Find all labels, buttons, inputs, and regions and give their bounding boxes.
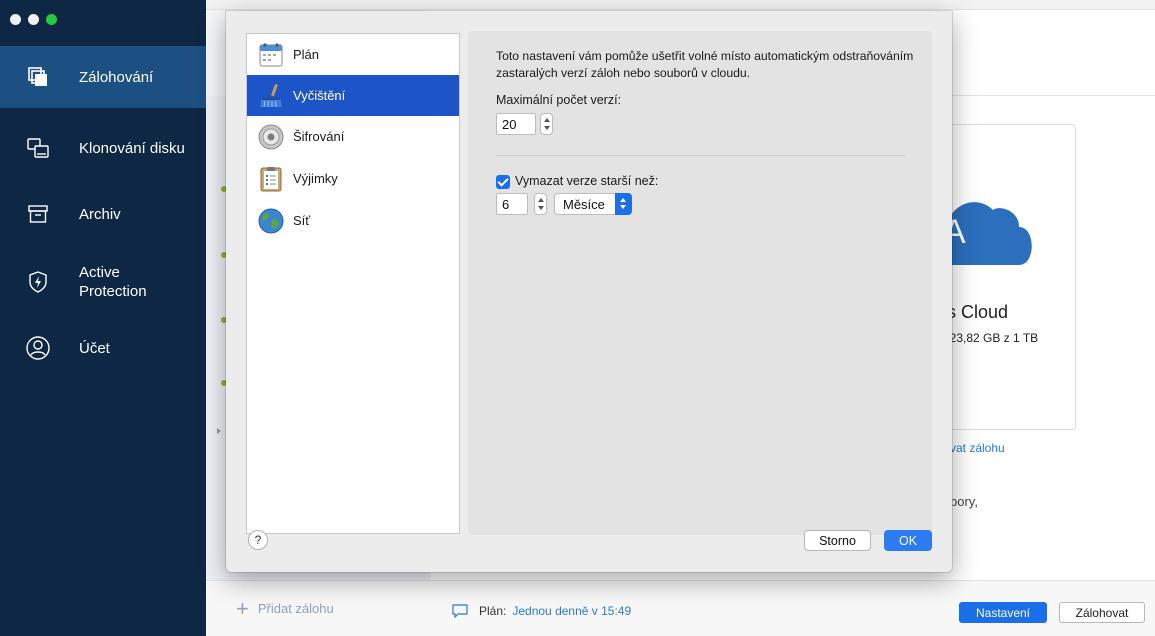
cleanup-description: Toto nastavení vám pomůže ušetřit volné … [496, 49, 914, 80]
sidebar-item-label: Účet [79, 339, 110, 357]
header-divider [950, 95, 1155, 96]
sidebar-item-label: Zálohování [79, 68, 154, 86]
sidebar-item-backup[interactable]: Zálohování [0, 46, 206, 108]
settings-category-list: Plán Vyčištění Šifrování Výjimky Síť [246, 33, 460, 534]
ok-button[interactable]: OK [884, 530, 932, 551]
zoom-window-button[interactable] [46, 14, 57, 25]
max-versions-label: Maximální počet verzí: [496, 93, 622, 107]
help-button[interactable]: ? [248, 530, 268, 550]
schedule-value[interactable]: Jednou denně v 15:49 [512, 604, 631, 618]
minimize-window-button[interactable] [28, 14, 39, 25]
cloud-destination-name: is Cloud [943, 302, 1009, 322]
destination-card[interactable]: A [940, 124, 1076, 430]
category-label: Síť [293, 213, 311, 228]
sidebar-item-label: Klonování disku [79, 139, 185, 157]
chevron-updown-icon [615, 193, 632, 215]
category-label: Výjimky [293, 171, 338, 186]
category-encryption[interactable]: Šifrování [247, 116, 459, 157]
archive-icon [26, 202, 50, 226]
older-than-unit-value: Měsíce [563, 197, 605, 212]
disk-clone-icon [26, 136, 50, 160]
sidebar-item-label: Archiv [79, 205, 121, 223]
older-than-input[interactable]: 6 [496, 193, 528, 215]
older-than-unit-select[interactable]: Měsíce [554, 193, 632, 215]
backup-icon [26, 65, 50, 89]
sidebar-item-active-protection[interactable]: Active Protection [0, 260, 206, 304]
backup-link[interactable]: vat zálohu [950, 441, 1005, 455]
lock-dial-icon [257, 123, 285, 151]
backup-now-button[interactable]: Zálohovat [1059, 602, 1145, 623]
account-icon [26, 336, 50, 360]
cloud-storage-usage: 023,82 GB z 1 TB [943, 331, 1039, 345]
category-cleanup[interactable]: Vyčištění [247, 75, 459, 116]
sidebar-item-disk-clone[interactable]: Klonování disku [0, 128, 206, 168]
comment-icon [452, 604, 468, 618]
max-versions-stepper[interactable] [540, 113, 553, 135]
calendar-icon [257, 41, 285, 69]
expand-arrow-icon[interactable] [217, 428, 221, 434]
add-backup-button[interactable]: + Přidat zálohu [236, 595, 334, 621]
category-label: Šifrování [293, 129, 345, 144]
sidebar-item-archive[interactable]: Archiv [0, 194, 206, 234]
category-network[interactable]: Síť [247, 200, 459, 241]
title-bar [206, 0, 1155, 10]
settings-dialog: Plán Vyčištění Šifrování Výjimky Síť Tot… [226, 11, 952, 572]
category-schedule[interactable]: Plán [247, 34, 459, 75]
shield-bolt-icon [26, 270, 50, 294]
globe-icon [257, 207, 285, 235]
broom-icon [257, 82, 285, 110]
category-label: Plán [293, 47, 320, 62]
section-divider [496, 155, 905, 156]
schedule-info: Plán: Jednou denně v 15:49 [452, 604, 631, 618]
delete-older-label: Vymazat verze starší než: [515, 174, 659, 188]
plus-icon: + [236, 595, 249, 621]
add-backup-label: Přidat zálohu [257, 601, 334, 616]
close-window-button[interactable] [10, 14, 21, 25]
cleanup-settings-panel: Toto nastavení vám pomůže ušetřit volné … [468, 31, 932, 535]
sidebar-item-account[interactable]: Účet [0, 328, 206, 368]
cancel-button[interactable]: Storno [804, 530, 871, 551]
window-controls [10, 14, 57, 25]
clipboard-list-icon [257, 165, 285, 193]
sidebar: Zálohování Klonování disku Archiv Active… [0, 0, 206, 636]
cloud-icon: A [941, 202, 1032, 265]
category-label: Vyčištění [293, 88, 346, 103]
delete-older-checkbox[interactable] [496, 175, 510, 189]
category-exclusions[interactable]: Výjimky [247, 158, 459, 199]
background-text: bory, [950, 494, 978, 509]
sidebar-item-label: Active Protection [79, 264, 147, 300]
max-versions-input[interactable]: 20 [496, 113, 536, 135]
settings-button[interactable]: Nastavení [959, 602, 1047, 623]
schedule-label: Plán: [479, 604, 507, 618]
older-than-stepper[interactable] [534, 193, 547, 215]
